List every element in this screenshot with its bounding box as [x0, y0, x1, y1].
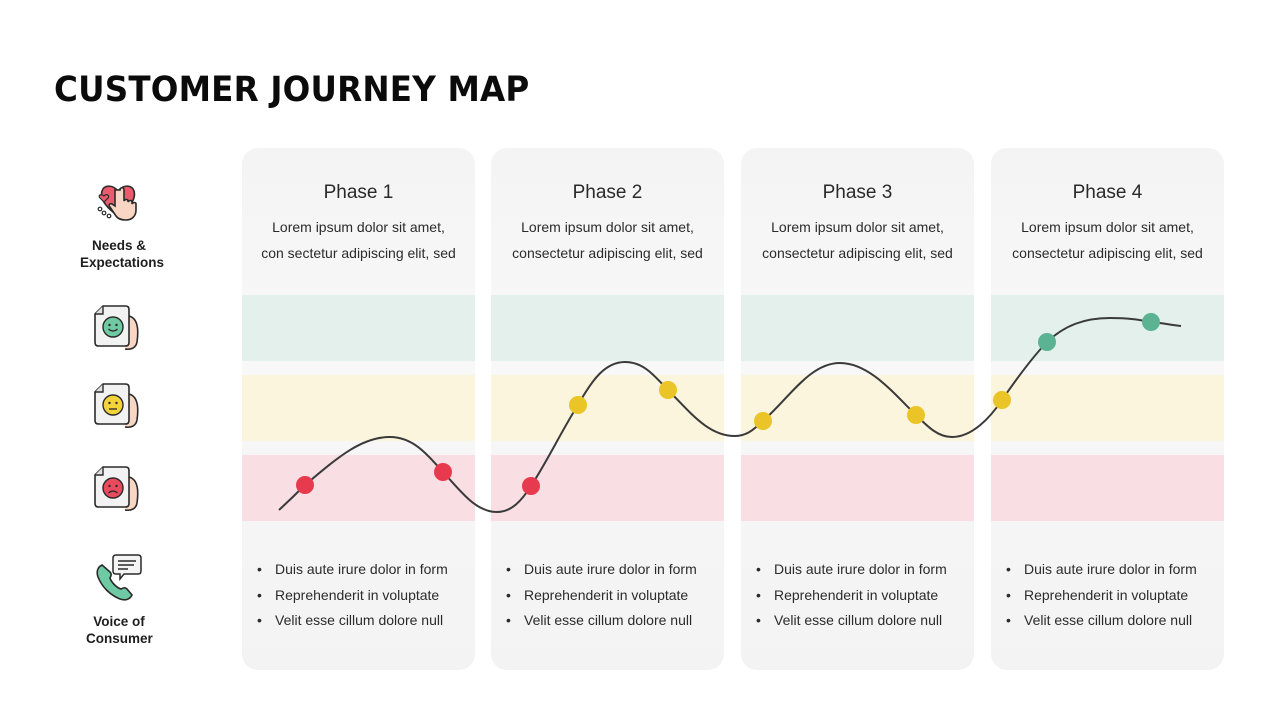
journey-point-neutral — [569, 396, 587, 414]
journey-point-positive — [1038, 333, 1056, 351]
journey-curve-layer — [278, 313, 1182, 514]
journey-point-neutral — [754, 412, 772, 430]
journey-point-neutral — [659, 381, 677, 399]
journey-point-negative — [522, 477, 540, 495]
journey-point-negative — [296, 476, 314, 494]
journey-point-positive — [1142, 313, 1160, 331]
journey-point-neutral — [993, 391, 1011, 409]
journey-point-negative — [434, 463, 452, 481]
journey-point-neutral — [907, 406, 925, 424]
